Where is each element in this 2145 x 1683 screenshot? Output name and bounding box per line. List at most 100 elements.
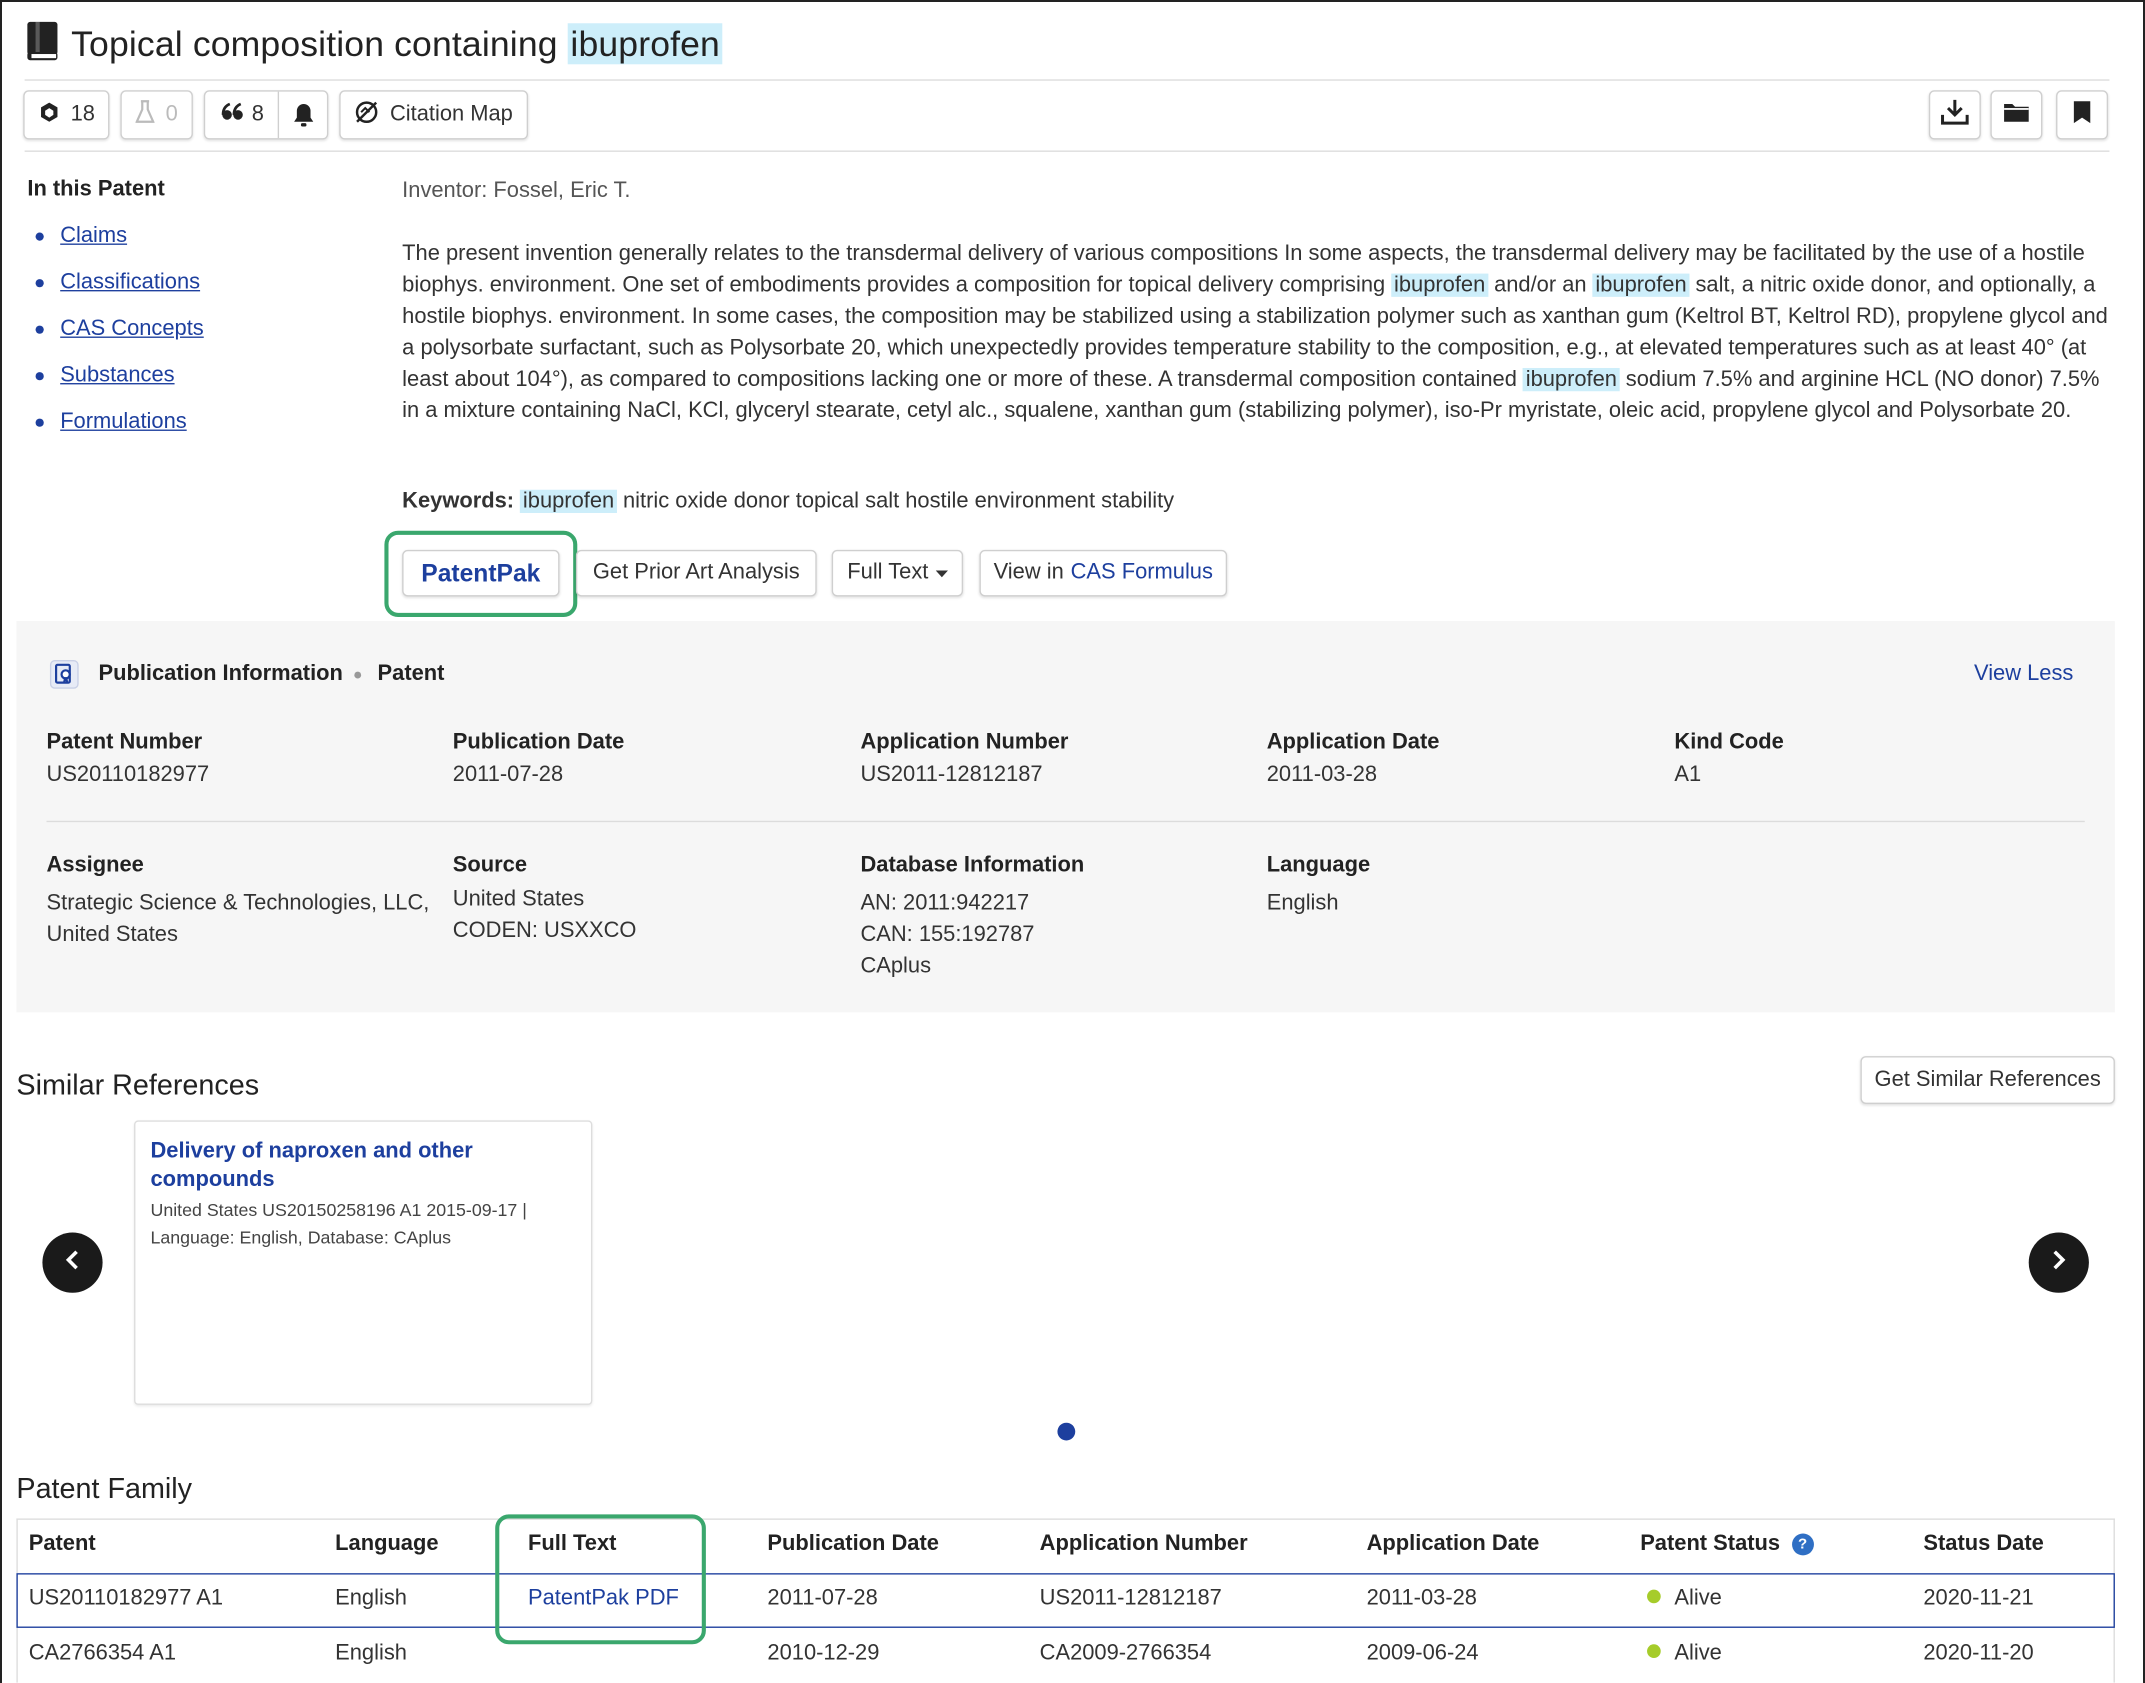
similar-reference-title-line-2: compounds — [150, 1168, 275, 1192]
similar-reference-meta-line-1: United States US20150258196 A1 2015-09-1… — [150, 1199, 527, 1221]
database-info-label: Database Information — [860, 853, 1085, 877]
download-button[interactable] — [1928, 90, 1981, 140]
nav-link-claims[interactable]: Claims — [60, 224, 127, 249]
source-line-1: United States — [452, 887, 585, 912]
nav-link-cas-concepts[interactable]: CAS Concepts — [60, 317, 204, 342]
assignee-line-1: Strategic Science & Technologies, LLC, — [46, 891, 430, 916]
citation-map-button[interactable]: Citation Map — [339, 90, 529, 140]
database-info-line-1: AN: 2011:942217 — [860, 891, 1030, 916]
row-1-publication-date: 2011-07-28 — [767, 1586, 878, 1611]
row-2-status: Alive — [1647, 1642, 1722, 1667]
abstract-text: The present invention generally relates … — [402, 238, 2112, 427]
cas-formulus-label: CAS Formulus — [1070, 560, 1213, 585]
prior-art-button[interactable]: Get Prior Art Analysis — [575, 549, 817, 597]
carousel-prev-button[interactable] — [42, 1232, 103, 1293]
patent-number-label: Patent Number — [46, 730, 203, 754]
keywords: Keywords: ibuprofen nitric oxide donor t… — [402, 489, 1175, 515]
row-1-application-date: 2011-03-28 — [1366, 1586, 1477, 1611]
help-icon[interactable]: ? — [1791, 1533, 1814, 1556]
similar-reference-title-line-1: Delivery of naproxen and other — [150, 1139, 473, 1163]
patentpak-button[interactable]: PatentPak — [402, 549, 560, 597]
carousel-page-indicator[interactable] — [1057, 1422, 1076, 1441]
bullet — [35, 279, 44, 288]
source-line-2: CODEN: USXXCO — [452, 919, 637, 943]
hexagon-icon — [38, 101, 60, 130]
database-info-line-3: CAplus — [860, 954, 932, 979]
reactions-button[interactable]: 0 — [120, 90, 193, 140]
patent-number-value: US20110182977 — [46, 763, 210, 787]
flask-icon — [135, 99, 155, 130]
nav-item-formulations[interactable]: Formulations — [35, 410, 187, 435]
view-in-formulus-button[interactable]: View in CAS Formulus — [979, 549, 1228, 597]
reactions-count: 0 — [165, 102, 178, 126]
row-2-patent: CA2766354 A1 — [28, 1641, 176, 1665]
download-icon — [1940, 96, 1970, 133]
similar-reference-title[interactable]: Delivery of naproxen and other compounds — [150, 1137, 472, 1194]
status-alive-dot — [1647, 1589, 1661, 1604]
chevron-right-icon — [2049, 1248, 2068, 1277]
language-value: English — [1266, 891, 1339, 916]
substances-button[interactable]: 18 — [23, 90, 110, 140]
nav-item-classifications[interactable]: Classifications — [35, 271, 200, 296]
similar-reference-meta-line-2: Language: English, Database: CAplus — [150, 1227, 452, 1248]
divider — [24, 79, 2110, 81]
callout-highlight — [495, 1514, 706, 1645]
application-date-label: Application Date — [1266, 730, 1440, 754]
assignee-line-2: United States — [46, 923, 178, 947]
bullet — [35, 232, 44, 241]
bullet — [35, 325, 44, 334]
nav-title: In this Patent — [27, 177, 165, 202]
similar-reference-card[interactable]: Delivery of naproxen and other compounds… — [134, 1120, 593, 1405]
carousel-next-button[interactable] — [2028, 1232, 2089, 1293]
keywords-rest: nitric oxide donor topical salt hostile … — [623, 489, 1175, 513]
save-to-folder-button[interactable] — [1990, 90, 2043, 140]
similar-references-heading: Similar References — [16, 1069, 260, 1102]
citations-count[interactable]: 8 — [252, 103, 264, 128]
column-header-publication-date: Publication Date — [767, 1532, 939, 1556]
row-2-application-number: CA2009-2766354 — [1039, 1641, 1212, 1665]
row-2-status-date: 2020-11-20 — [1923, 1641, 2034, 1665]
abstract-highlight: ibuprofen — [1391, 273, 1488, 297]
abstract-highlight: ibuprofen — [1522, 367, 1620, 392]
nav-link-classifications[interactable]: Classifications — [60, 271, 200, 296]
keywords-label: Keywords: — [402, 489, 515, 513]
abstract-highlight: ibuprofen — [1592, 273, 1690, 297]
nav-item-claims[interactable]: Claims — [35, 224, 128, 249]
inventor: Inventor: Fossel, Eric T. — [402, 179, 631, 203]
row-2-application-date: 2009-06-24 — [1366, 1641, 1479, 1665]
status-alive-dot — [1647, 1644, 1661, 1658]
column-header-application-number: Application Number — [1039, 1532, 1248, 1556]
application-number-value: US2011-12812187 — [860, 763, 1043, 787]
row-1-status: Alive — [1647, 1587, 1722, 1612]
column-header-patent-status: Patent Status ? — [1640, 1532, 1814, 1557]
bell-icon[interactable] — [293, 103, 315, 134]
view-less-link[interactable]: View Less — [1974, 662, 2073, 687]
column-header-language: Language — [335, 1532, 439, 1556]
nav-item-substances[interactable]: Substances — [35, 364, 175, 389]
title-bar: Topical composition containing ibuprofen — [25, 19, 723, 68]
nav-item-cas-concepts[interactable]: CAS Concepts — [35, 317, 204, 342]
nav-link-formulations[interactable]: Formulations — [60, 410, 187, 435]
kind-code-label: Kind Code — [1674, 730, 1784, 754]
nav-link-substances[interactable]: Substances — [60, 364, 174, 389]
full-text-dropdown[interactable]: Full Text — [831, 549, 964, 597]
caret-down-icon — [935, 561, 948, 586]
similar-reference-meta: United States US20150258196 A1 2015-09-1… — [150, 1197, 526, 1252]
bookmark-button[interactable] — [2056, 90, 2109, 140]
certificate-icon — [49, 659, 79, 696]
divider — [24, 150, 2110, 152]
row-1-patent: US20110182977 A1 — [28, 1586, 224, 1611]
language-label: Language — [1266, 853, 1371, 877]
publication-info-panel: Publication Information Patent View Less… — [16, 621, 2115, 1013]
source-label: Source — [452, 853, 528, 877]
bullet — [35, 418, 44, 427]
title-highlight: ibuprofen — [567, 22, 723, 64]
row-1-language: English — [335, 1586, 407, 1611]
row-2-language: English — [335, 1641, 407, 1665]
get-similar-references-button[interactable]: Get Similar References — [1860, 1056, 2115, 1104]
publication-heading: Publication Information — [98, 662, 343, 686]
keyword-highlight: ibuprofen — [520, 489, 617, 513]
citation-map-label: Citation Map — [389, 102, 513, 126]
publication-date-label: Publication Date — [452, 730, 625, 754]
column-header-patent: Patent — [28, 1532, 96, 1556]
